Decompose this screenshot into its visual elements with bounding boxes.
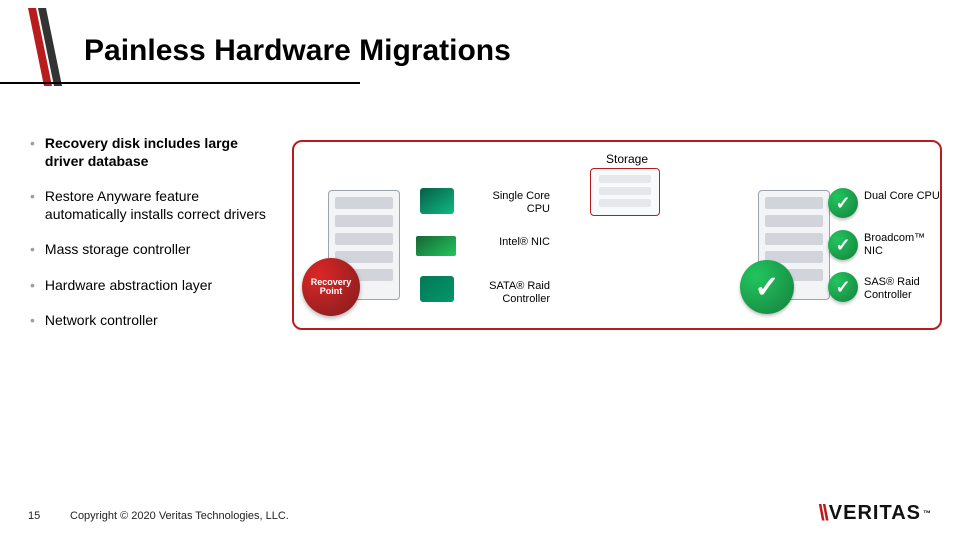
bullet-list: Recovery disk includes large driver data…: [30, 135, 280, 348]
check-icon: ✓: [828, 230, 858, 260]
storage-icon: [590, 168, 660, 216]
brand-slash-mark: [28, 8, 62, 86]
bullet-item: Restore Anyware feature automatically in…: [30, 188, 280, 223]
footer: 15 Copyright © 2020 Veritas Technologies…: [0, 484, 960, 540]
nic-card-icon: [416, 236, 456, 256]
copyright: Copyright © 2020 Veritas Technologies, L…: [70, 510, 289, 522]
bullet-item: Recovery disk includes large driver data…: [30, 135, 280, 170]
source-nic-label: Intel® NIC: [470, 236, 550, 249]
storage-label: Storage: [606, 152, 648, 166]
page-title: Painless Hardware Migrations: [84, 34, 511, 68]
brand-tm: ™: [923, 509, 932, 518]
recovery-point-badge: Recovery Point: [302, 258, 360, 316]
title-underline: [0, 82, 360, 84]
target-raid-label: SAS® Raid Controller: [864, 276, 944, 302]
page-number: 15: [28, 510, 40, 522]
source-cpu-label: Single Core CPU: [470, 190, 550, 216]
target-cpu-label: Dual Core CPU: [864, 190, 944, 203]
raid-card-icon: [420, 276, 454, 302]
check-icon: ✓: [828, 188, 858, 218]
check-icon-large: ✓: [740, 260, 794, 314]
check-icon: ✓: [828, 272, 858, 302]
brand-logo: \\ VERITAS ™: [819, 500, 932, 526]
brand-name: VERITAS: [829, 502, 921, 525]
bullet-item: Hardware abstraction layer: [30, 277, 280, 295]
source-raid-label: SATA® Raid Controller: [470, 280, 550, 306]
cpu-chip-icon: [420, 188, 454, 214]
bullet-item: Network controller: [30, 312, 280, 330]
brand-slash-icon: \\: [819, 500, 827, 526]
bullet-item: Mass storage controller: [30, 241, 280, 259]
target-nic-label: Broadcom™ NIC: [864, 232, 944, 258]
